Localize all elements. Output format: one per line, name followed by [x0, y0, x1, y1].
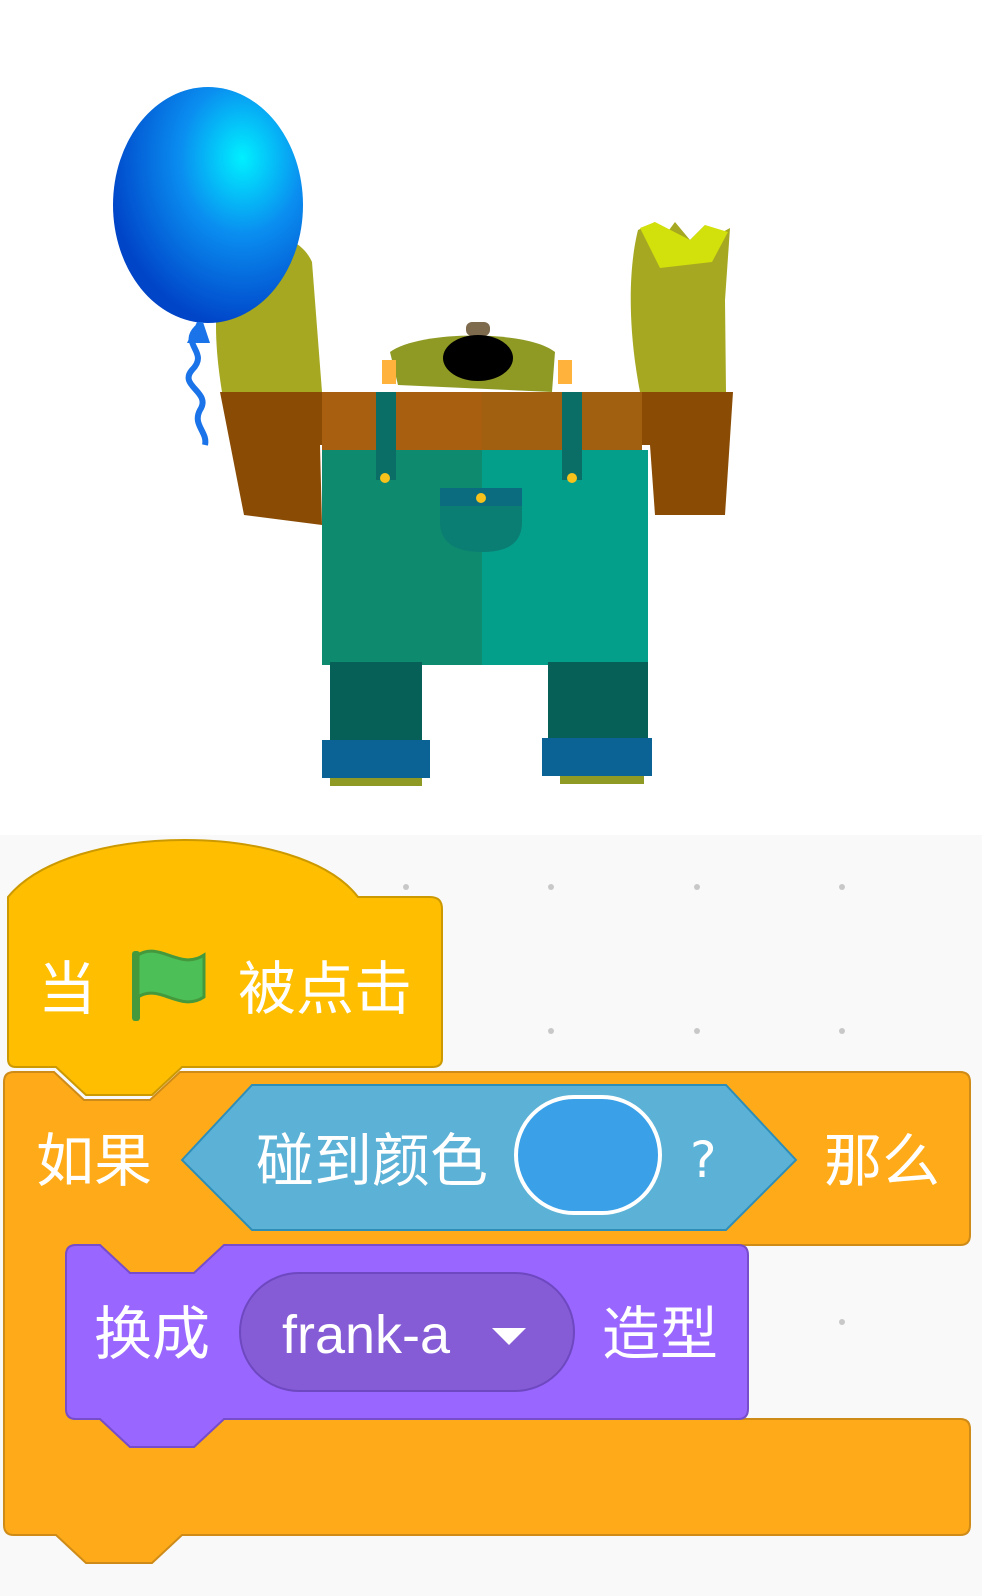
hat-suffix-label: 被点击 — [238, 955, 413, 1023]
if-label: 如果 — [36, 1127, 153, 1195]
touching-color-label: 碰到颜色 — [256, 1127, 489, 1195]
code-workspace[interactable]: 当 被点击 如果 那么 碰到颜色 ? 换成 frank-a 造型 — [0, 835, 982, 1596]
then-label: 那么 — [824, 1127, 941, 1195]
hat-prefix-label: 当 — [38, 955, 97, 1023]
stage — [0, 0, 1000, 835]
switch-costume-prefix-label: 换成 — [94, 1300, 211, 1368]
balloon — [113, 87, 303, 323]
balloon-string — [185, 325, 209, 446]
question-mark-label: ? — [690, 1131, 717, 1189]
costume-dropdown-value[interactable]: frank-a — [282, 1308, 450, 1362]
chevron-down-icon[interactable] — [492, 1328, 526, 1345]
color-swatch[interactable] — [514, 1095, 662, 1215]
sprite-frank[interactable] — [0, 0, 1000, 835]
blocks-canvas — [3, 839, 971, 1564]
switch-costume-suffix-label: 造型 — [602, 1300, 719, 1368]
